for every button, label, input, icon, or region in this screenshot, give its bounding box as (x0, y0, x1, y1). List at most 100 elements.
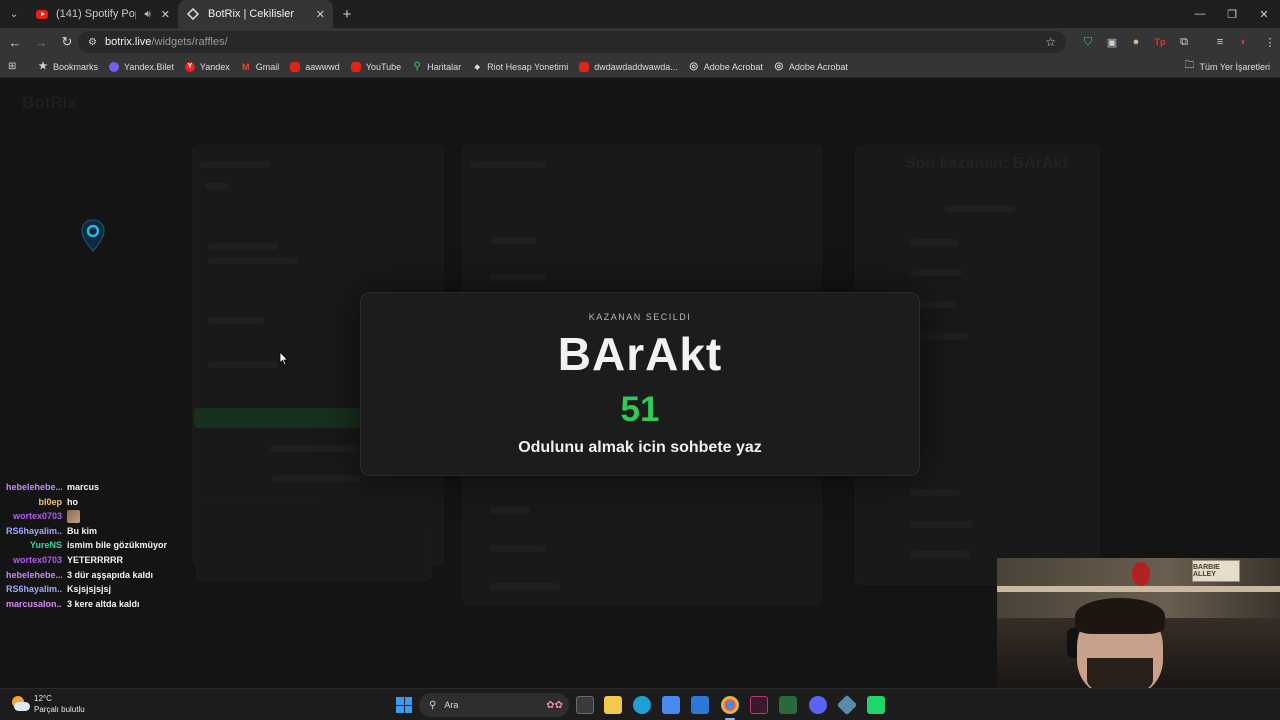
placeholder-line (490, 583, 560, 590)
chrome-icon[interactable] (721, 696, 739, 714)
raffle-options-panel (196, 499, 432, 581)
minimize-icon[interactable]: — (1184, 0, 1216, 28)
youtube-icon (579, 61, 590, 72)
chat-username: RS6hayalim... (6, 525, 62, 536)
search-placeholder: Ara (444, 700, 459, 710)
chat-message: hebelehebe... marcus (6, 480, 206, 495)
file-explorer-icon[interactable] (604, 696, 622, 714)
chat-text: Ksjsjsjsjsj (67, 584, 112, 595)
bookmark-item[interactable]: ◆ Riot Hesap Yonetimi (472, 62, 568, 72)
app-icon[interactable] (779, 696, 797, 714)
edge-icon[interactable] (633, 696, 651, 714)
apps-grid-icon[interactable]: ⊞ (8, 61, 22, 72)
placeholder-line (208, 361, 278, 368)
placeholder-line (270, 445, 360, 452)
bookmark-item[interactable]: dwdawdaddwawda... (579, 61, 678, 72)
store-icon[interactable] (662, 696, 680, 714)
discord-icon[interactable] (809, 696, 827, 714)
weather-temp: 12°C (34, 694, 52, 703)
placeholder-line (945, 205, 1015, 212)
site-info-icon[interactable]: ⚙︎ (88, 37, 97, 48)
close-window-icon[interactable]: ✕ (1248, 0, 1280, 28)
outlook-icon[interactable] (691, 696, 709, 714)
bookmark-star-icon[interactable]: ☆ (1045, 35, 1056, 49)
winner-subtitle: KAZANAN SECILDI (588, 312, 692, 322)
globe-icon: ◎ (774, 61, 784, 72)
placeholder-line (490, 237, 536, 244)
menu-kebab-icon[interactable]: ⋮ (1258, 30, 1280, 54)
bookmark-item[interactable]: M Gmail (241, 61, 280, 72)
chat-username: wortex0703 (12, 554, 62, 565)
restore-icon[interactable]: ❐ (1216, 0, 1248, 28)
media-control-icon[interactable]: ≡ (1208, 30, 1232, 54)
tab-search-button[interactable]: ⌄ (0, 0, 28, 28)
webcam-overlay: BARBIE ALLEY (997, 558, 1280, 688)
back-icon[interactable]: ← (3, 30, 27, 54)
vegas-icon[interactable] (750, 696, 768, 714)
chat-text: ho (67, 496, 78, 507)
chat-username: RS6hayalim... (6, 584, 62, 595)
bookmark-label: Gmail (255, 61, 280, 72)
bookmark-item[interactable]: YouTube (350, 61, 401, 72)
yandex-bilet-icon (109, 61, 120, 72)
puzzle-icon[interactable]: ⧉ (1172, 30, 1196, 54)
tab-botrix[interactable]: BotRix | Cekilisler ✕ (178, 0, 333, 28)
emote-image (67, 510, 80, 524)
url-path: /widgets/raffles/ (151, 36, 228, 48)
winner-number: 51 (620, 390, 660, 429)
globe-icon: ◎ (689, 61, 699, 72)
bookmark-item[interactable]: ★ Bookmarks (38, 61, 99, 72)
forward-icon[interactable]: → (29, 30, 53, 54)
close-icon[interactable]: ✕ (316, 8, 325, 21)
tab-title: BotRix | Cekilisler (208, 8, 294, 20)
youtube-icon (290, 61, 301, 72)
chat-message: hebelehebe... 3 dür aşşapıda kaldı (6, 568, 206, 583)
chat-message: wortex0703 (6, 509, 206, 524)
new-tab-button[interactable]: + (333, 0, 361, 28)
windows-start-icon[interactable] (396, 697, 412, 713)
windows-taskbar: 12°C Parçalı bulutlu ⚲ Ara ✿✿ (0, 688, 1280, 720)
webcam-sign: BARBIE ALLEY (1192, 560, 1240, 582)
bookmark-item[interactable]: ◎ Adobe Acrobat (689, 61, 762, 72)
bookmark-label: Bookmarks (53, 61, 99, 72)
chat-username: marcusalon... (6, 598, 62, 609)
window-controls: — ❐ ✕ (1184, 0, 1280, 28)
bookmark-item[interactable]: Yandex.Bilet (109, 61, 174, 72)
bookmark-item[interactable]: aawwwd (290, 61, 340, 72)
tab-spotify[interactable]: (141) Spotify Pop Hits 2026 🔊︎ ✕ (28, 0, 178, 28)
kick-icon[interactable] (867, 696, 885, 714)
address-bar[interactable]: ⚙︎ botrix.live/widgets/raffles/ ☆ (78, 31, 1066, 53)
profile-icon[interactable]: ◐ (1232, 30, 1256, 54)
taskbar-search[interactable]: ⚲ Ara ✿✿ (419, 693, 569, 717)
youtube-icon (36, 7, 48, 21)
weather-widget[interactable]: 12°C Parçalı bulutlu (10, 693, 85, 715)
url-host: botrix.live (104, 36, 152, 48)
settings-app-icon[interactable] (836, 694, 858, 716)
bookmark-item[interactable]: ◎ Adobe Acrobat (774, 61, 847, 72)
all-bookmarks[interactable]: 🗀 Tüm Yer İşaretleri (1184, 58, 1270, 75)
yandex-icon: Y (184, 61, 195, 72)
bookmark-item[interactable]: Y Yandex (184, 61, 230, 72)
placeholder-line (490, 507, 530, 514)
extension-icon[interactable]: ▣ (1100, 30, 1124, 54)
avatar-extension-icon[interactable]: ● (1124, 30, 1148, 54)
location-pin-icon (80, 219, 106, 253)
placeholder-line (208, 257, 298, 264)
chat-message: YureNS ismim bile gözükmüyor (6, 538, 206, 553)
shield-extension-icon[interactable]: ⛉ (1076, 30, 1100, 54)
bookmark-item[interactable]: ⚲ Haritalar (412, 61, 461, 72)
placeholder-line (205, 183, 229, 190)
task-view-icon[interactable] (576, 696, 594, 714)
chat-message: wortex0703 YETERRRRR (6, 553, 206, 568)
riot-icon: ◆ (474, 63, 480, 71)
webcam-shelf (997, 586, 1280, 592)
star-icon: ★ (38, 61, 48, 72)
speaker-icon[interactable]: 🔊︎ (144, 9, 150, 20)
placeholder-line (272, 475, 360, 482)
close-icon[interactable]: ✕ (161, 8, 170, 21)
tp-extension-icon[interactable]: Tp (1148, 30, 1172, 54)
chat-message: bl0ep ho (6, 495, 206, 510)
chat-username: hebelehebe... (6, 482, 62, 492)
chat-username: bl0ep (38, 496, 62, 507)
reload-icon[interactable]: ↻ (55, 30, 79, 54)
